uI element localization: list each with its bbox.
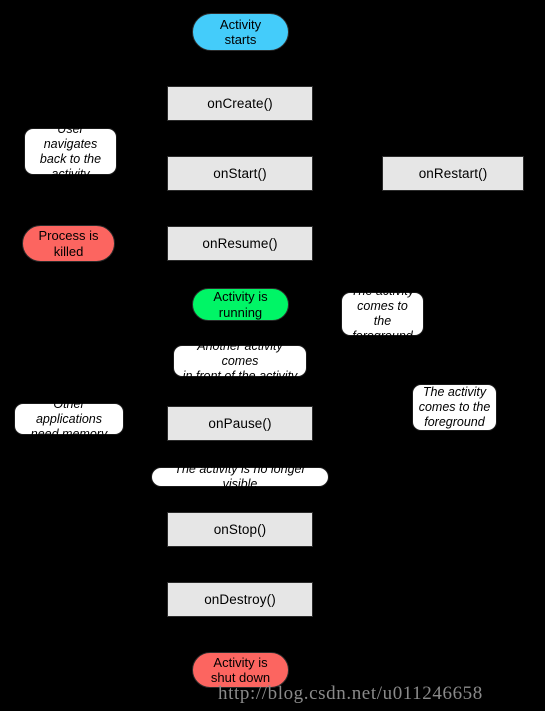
note-line-1: The activity	[350, 284, 415, 298]
note-foreground-from-restart-text: The activity comes to the foreground	[347, 284, 418, 344]
note-other-apps-need-memory: Other applications need memory	[14, 397, 124, 441]
node-on-pause[interactable]: onPause()	[167, 406, 313, 441]
note-no-longer-visible: The activity is no longer visible	[151, 462, 329, 491]
note-line-2: back to the	[39, 151, 102, 166]
note-another-activity-in-front: Another activity comes in front of the a…	[173, 339, 307, 383]
on-resume-label: onResume()	[202, 235, 278, 251]
activity-shut-down-line1: Activity is	[213, 654, 268, 670]
node-process-killed[interactable]: Process is killed	[22, 225, 115, 262]
process-killed-line1: Process is	[38, 228, 99, 244]
activity-running-line1: Activity is	[213, 289, 268, 305]
note-other-apps-need-memory-text: Other applications need memory	[20, 397, 118, 442]
activity-shut-down-label: Activity is shut down	[211, 655, 270, 686]
on-restart-label: onRestart()	[418, 165, 488, 181]
node-on-restart[interactable]: onRestart()	[382, 156, 524, 191]
process-killed-line2: killed	[53, 243, 84, 259]
note-user-navigates-back: User navigates back to the activity	[24, 122, 117, 181]
note-no-longer-visible-text: The activity is no longer visible	[174, 462, 306, 491]
activity-lifecycle-diagram: Activity starts onCreate() onStart() onR…	[0, 0, 545, 711]
activity-starts-line1: Activity	[219, 16, 262, 32]
on-create-label: onCreate()	[207, 95, 273, 111]
note-foreground-from-restart: The activity comes to the foreground	[341, 284, 424, 343]
note-line-3: foreground	[424, 415, 485, 429]
node-on-stop[interactable]: onStop()	[167, 512, 313, 547]
note-line-2: comes to the	[418, 400, 491, 414]
activity-starts-line2: starts	[224, 32, 257, 47]
note-foreground-from-pause: The activity comes to the foreground	[412, 384, 497, 431]
note-line-1: The activity	[422, 385, 487, 399]
on-stop-label: onStop()	[213, 521, 267, 537]
note-foreground-from-pause-text: The activity comes to the foreground	[419, 385, 491, 430]
on-pause-label: onPause()	[208, 415, 272, 431]
on-start-label: onStart()	[213, 165, 267, 181]
activity-starts-label: Activity starts	[220, 17, 261, 48]
note-line-2: comes to the	[357, 299, 408, 328]
note-line-1: Another activity comes	[197, 338, 283, 368]
node-on-create[interactable]: onCreate()	[167, 86, 313, 121]
note-line-1: User navigates	[43, 121, 98, 151]
activity-running-line2: running	[218, 304, 263, 320]
note-line-1: Other applications	[35, 396, 102, 426]
note-line-3: foreground	[352, 329, 413, 343]
watermark-url: http://blog.csdn.net/u011246658	[218, 683, 483, 704]
note-line-3: activity	[51, 166, 90, 181]
node-activity-starts[interactable]: Activity starts	[192, 13, 289, 51]
on-destroy-label: onDestroy()	[204, 591, 276, 607]
node-on-resume[interactable]: onResume()	[167, 226, 313, 261]
activity-running-label: Activity is running	[213, 289, 267, 320]
arrow-onpause-to-other-apps	[67, 423, 167, 548]
note-line-2: in front of the activity	[182, 368, 298, 383]
process-killed-label: Process is killed	[39, 228, 99, 259]
arrow-onstop-to-onrestart	[313, 191, 454, 530]
note-line-2: need memory	[30, 426, 108, 441]
note-user-navigates-back-text: User navigates back to the activity	[30, 122, 111, 182]
node-on-destroy[interactable]: onDestroy()	[167, 582, 313, 617]
note-another-activity-in-front-text: Another activity comes in front of the a…	[179, 339, 301, 384]
node-activity-running[interactable]: Activity is running	[192, 288, 289, 321]
node-on-start[interactable]: onStart()	[167, 156, 313, 191]
